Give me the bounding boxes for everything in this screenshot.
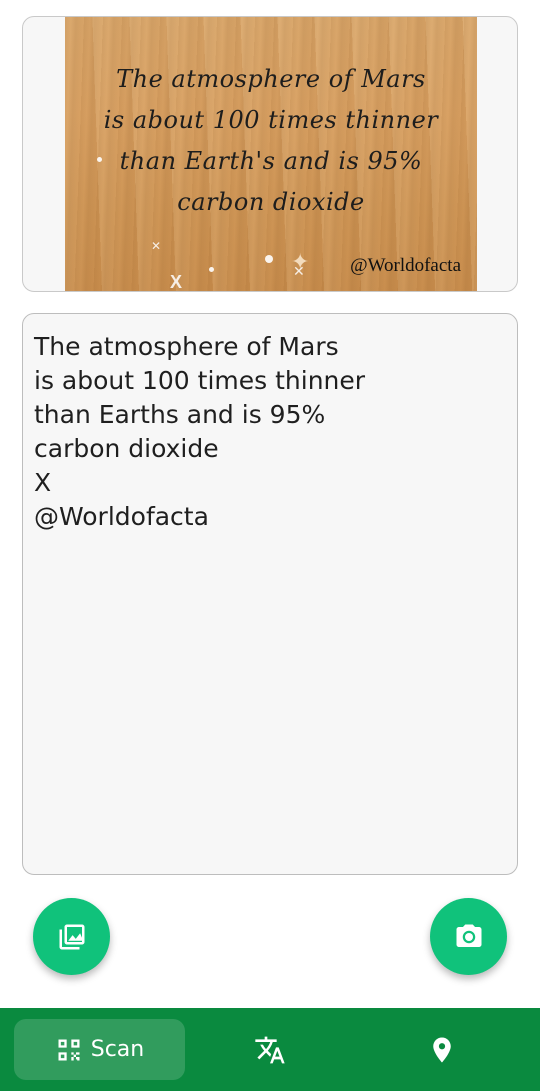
image-quote-line: than Earth's and is 95%	[119, 147, 423, 175]
take-photo-button[interactable]	[430, 898, 507, 975]
camera-icon	[456, 924, 481, 947]
bottom-navigation-bar: Scan	[0, 1008, 540, 1091]
recognized-text-line: @Worldofacta	[34, 502, 209, 531]
image-quote-line: carbon dioxide	[177, 188, 365, 216]
nav-item-location[interactable]	[424, 1030, 460, 1070]
sparkle-icon: ✦	[291, 249, 310, 274]
recognized-text-field[interactable]: The atmosphere of Mars is about 100 time…	[22, 313, 518, 875]
image-quote-line: is about 100 times thinner	[103, 106, 439, 134]
scanned-image: The atmosphere of Mars is about 100 time…	[65, 17, 477, 292]
sparkle-dot	[209, 267, 214, 272]
recognized-text-line: X	[34, 468, 52, 497]
sparkle-dot	[265, 255, 273, 263]
image-icon	[59, 924, 84, 949]
translate-icon	[255, 1036, 285, 1064]
image-quote-text: The atmosphere of Mars is about 100 time…	[65, 59, 477, 223]
image-watermark: @Worldofacta	[350, 255, 461, 276]
image-quote-line: The atmosphere of Mars	[116, 65, 426, 93]
pick-image-button[interactable]	[33, 898, 110, 975]
recognized-text-line: carbon dioxide	[34, 434, 219, 463]
recognized-text-line: than Earths and is 95%	[34, 400, 326, 429]
recognized-text-line: The atmosphere of Mars	[34, 332, 339, 361]
nav-item-scan[interactable]: Scan	[14, 1019, 185, 1080]
sparkle-icon: ✕	[151, 239, 162, 253]
scanned-image-card[interactable]: The atmosphere of Mars is about 100 time…	[22, 16, 518, 292]
nav-item-translate[interactable]	[250, 1030, 290, 1070]
nav-item-scan-label: Scan	[90, 1037, 145, 1062]
recognized-text-line: is about 100 times thinner	[34, 366, 366, 395]
qr-code-icon	[58, 1039, 80, 1060]
location-pin-icon	[433, 1037, 451, 1063]
sparkle-dot	[97, 157, 102, 162]
image-x-mark: X	[170, 272, 183, 292]
